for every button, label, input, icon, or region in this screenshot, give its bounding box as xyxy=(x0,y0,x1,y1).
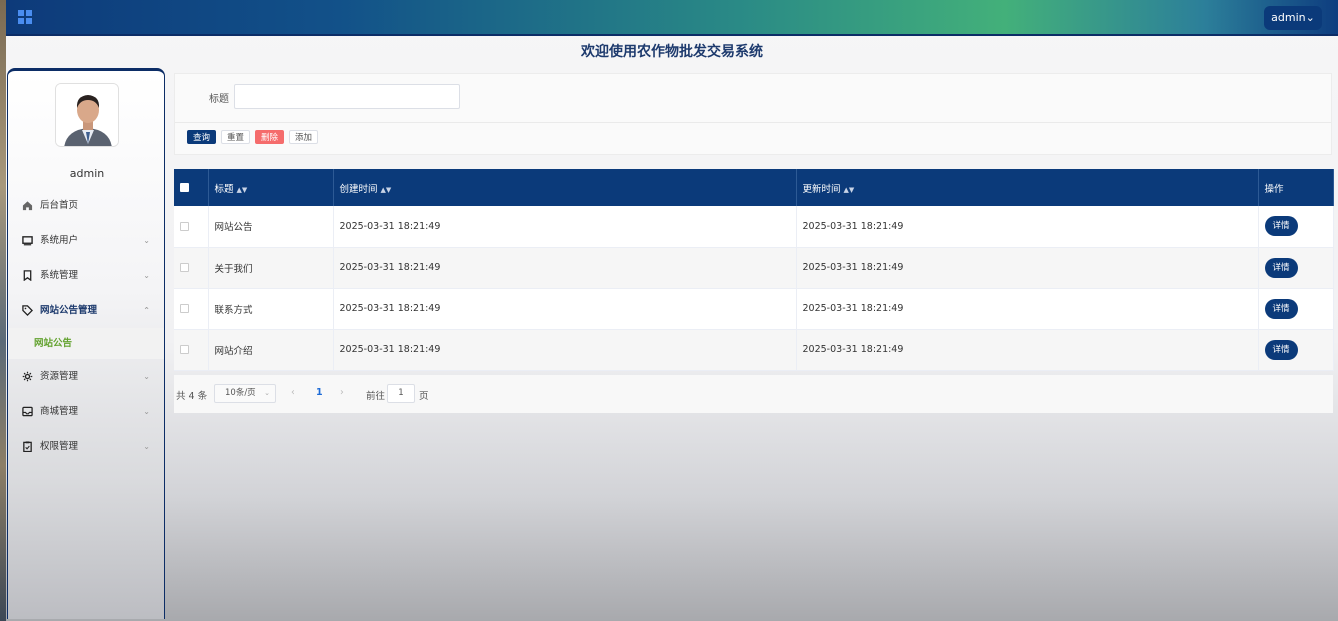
next-page-icon[interactable]: › xyxy=(340,387,344,398)
sidebar-menu: 后台首页 系统用户 ⌄ 系统管理 ⌄ 网站公告管理 ⌃ 网站公告 资源管理 ⌄ … xyxy=(8,188,164,464)
sidebar-item-system-management[interactable]: 系统管理 ⌄ xyxy=(8,258,164,293)
sidebar-item-label: 网站公告管理 xyxy=(40,305,98,316)
reset-button[interactable]: 重置 xyxy=(221,130,251,144)
sidebar-item-label: 商城管理 xyxy=(40,406,79,417)
page-title: 欢迎使用农作物批发交易系统 xyxy=(581,44,763,60)
sidebar-item-announcements[interactable]: 网站公告管理 ⌃ xyxy=(8,293,164,328)
column-header-created[interactable]: 创建时间 ▲▼ xyxy=(333,169,797,206)
clipboard-icon xyxy=(23,441,32,452)
detail-button[interactable]: 详情 xyxy=(1264,257,1298,278)
search-title-label: 标题 xyxy=(209,94,229,105)
table-row: 联系方式 2025-03-31 18:21:49 2025-03-31 18:2… xyxy=(174,288,1334,330)
user-dropdown-button[interactable]: admin⌄ xyxy=(1264,6,1322,30)
row-checkbox[interactable] xyxy=(180,221,189,231)
chevron-down-icon: ⌄ xyxy=(264,389,270,397)
cell-title: 网站介绍 xyxy=(208,329,334,371)
cell-title: 联系方式 xyxy=(208,288,334,330)
chevron-down-icon: ⌄ xyxy=(143,407,150,416)
query-button[interactable]: 查询 xyxy=(187,130,217,144)
goto-unit-label: 页 xyxy=(419,391,429,402)
user-dropdown-label: admin xyxy=(1271,11,1306,24)
page-number-current[interactable]: 1 xyxy=(316,387,323,398)
action-button-row: 查询 重置 删除 添加 xyxy=(187,130,323,144)
pagination-total: 共 4 条 xyxy=(176,391,208,402)
sort-icon[interactable]: ▲▼ xyxy=(381,186,392,194)
cell-title: 网站公告 xyxy=(208,206,334,248)
sort-icon[interactable]: ▲▼ xyxy=(237,186,248,194)
prev-page-icon[interactable]: ‹ xyxy=(291,387,295,398)
bookmark-icon xyxy=(23,270,32,281)
page-size-value: 10条/页 xyxy=(225,388,256,398)
chevron-down-icon: ⌄ xyxy=(143,442,150,451)
column-header-label: 创建时间 xyxy=(339,183,378,195)
column-header-updated[interactable]: 更新时间 ▲▼ xyxy=(796,169,1259,206)
cell-updated: 2025-03-31 18:21:49 xyxy=(796,247,1259,289)
chevron-down-icon: ⌄ xyxy=(143,372,150,381)
cell-created: 2025-03-31 18:21:49 xyxy=(333,329,797,371)
select-all-cell xyxy=(174,169,209,206)
detail-button[interactable]: 详情 xyxy=(1264,339,1298,360)
table-row: 网站公告 2025-03-31 18:21:49 2025-03-31 18:2… xyxy=(174,206,1334,248)
row-checkbox[interactable] xyxy=(180,304,189,313)
delete-button[interactable]: 删除 xyxy=(255,130,285,144)
cell-created: 2025-03-31 18:21:49 xyxy=(333,247,797,289)
monitor-icon xyxy=(22,236,33,246)
column-header-label: 更新时间 xyxy=(802,183,841,195)
cell-created: 2025-03-31 18:21:49 xyxy=(333,206,797,248)
desktop-wallpaper-edge xyxy=(0,0,6,621)
select-all-checkbox[interactable] xyxy=(180,183,189,192)
chevron-down-icon: ⌄ xyxy=(143,271,150,280)
inbox-icon xyxy=(22,406,33,417)
row-checkbox[interactable] xyxy=(180,345,189,354)
column-header-label: 标题 xyxy=(214,183,234,195)
divider xyxy=(175,122,1331,123)
add-button[interactable]: 添加 xyxy=(289,130,319,144)
sidebar-item-label: 权限管理 xyxy=(40,441,79,452)
cell-created: 2025-03-31 18:21:49 xyxy=(333,288,797,330)
row-checkbox[interactable] xyxy=(180,263,189,272)
page-size-select[interactable]: 10条/页 ⌄ xyxy=(214,384,276,403)
sidebar-item-system-users[interactable]: 系统用户 ⌄ xyxy=(8,223,164,258)
chevron-down-icon: ⌄ xyxy=(143,236,150,245)
sidebar: admin 后台首页 系统用户 ⌄ 系统管理 ⌄ 网站公告管理 ⌃ 网站公告 资… xyxy=(7,68,165,619)
chevron-down-icon: ⌄ xyxy=(1305,11,1315,24)
sort-icon[interactable]: ▲▼ xyxy=(844,186,855,194)
sidebar-item-label: 资源管理 xyxy=(40,371,79,382)
search-title-input[interactable] xyxy=(234,84,460,109)
tag-icon xyxy=(22,305,33,316)
sidebar-item-resources[interactable]: 资源管理 ⌄ xyxy=(8,359,164,394)
sidebar-item-label: 系统管理 xyxy=(40,270,79,281)
announcement-table: 标题 ▲▼ 创建时间 ▲▼ 更新时间 ▲▼ 操作 网站公告 2025-03-31 18… xyxy=(174,169,1334,371)
table-row: 关于我们 2025-03-31 18:21:49 2025-03-31 18:2… xyxy=(174,247,1334,289)
sidebar-item-label: 系统用户 xyxy=(40,235,79,246)
cell-updated: 2025-03-31 18:21:49 xyxy=(796,329,1259,371)
sidebar-admin-name: admin xyxy=(69,167,105,180)
cell-updated: 2025-03-31 18:21:49 xyxy=(796,206,1259,248)
sidebar-subitem-announcement[interactable]: 网站公告 xyxy=(8,328,164,359)
column-header-title[interactable]: 标题 ▲▼ xyxy=(208,169,334,206)
pagination: 共 4 条 10条/页 ⌄ ‹ 1 › 前往 1 页 xyxy=(174,375,1333,413)
sidebar-item-home[interactable]: 后台首页 xyxy=(8,188,164,223)
goto-label: 前往 xyxy=(366,391,386,402)
detail-button[interactable]: 详情 xyxy=(1264,298,1298,319)
menu-grid-icon[interactable] xyxy=(18,10,32,24)
sidebar-item-mall[interactable]: 商城管理 ⌄ xyxy=(8,394,164,429)
column-header-actions: 操作 xyxy=(1258,169,1334,206)
avatar xyxy=(55,83,119,147)
search-panel: 标题 查询 重置 删除 添加 xyxy=(174,73,1332,155)
home-icon xyxy=(22,201,33,211)
table-header-row: 标题 ▲▼ 创建时间 ▲▼ 更新时间 ▲▼ 操作 xyxy=(174,169,1334,206)
gear-icon xyxy=(22,371,33,382)
cell-updated: 2025-03-31 18:21:49 xyxy=(796,288,1259,330)
goto-page-input[interactable]: 1 xyxy=(387,384,415,403)
sidebar-item-permissions[interactable]: 权限管理 ⌄ xyxy=(8,429,164,464)
sidebar-item-label: 后台首页 xyxy=(40,200,79,211)
cell-title: 关于我们 xyxy=(208,247,334,289)
detail-button[interactable]: 详情 xyxy=(1264,216,1298,237)
top-navbar: admin⌄ xyxy=(6,0,1338,36)
table-row: 网站介绍 2025-03-31 18:21:49 2025-03-31 18:2… xyxy=(174,329,1334,371)
chevron-up-icon: ⌃ xyxy=(143,306,150,315)
